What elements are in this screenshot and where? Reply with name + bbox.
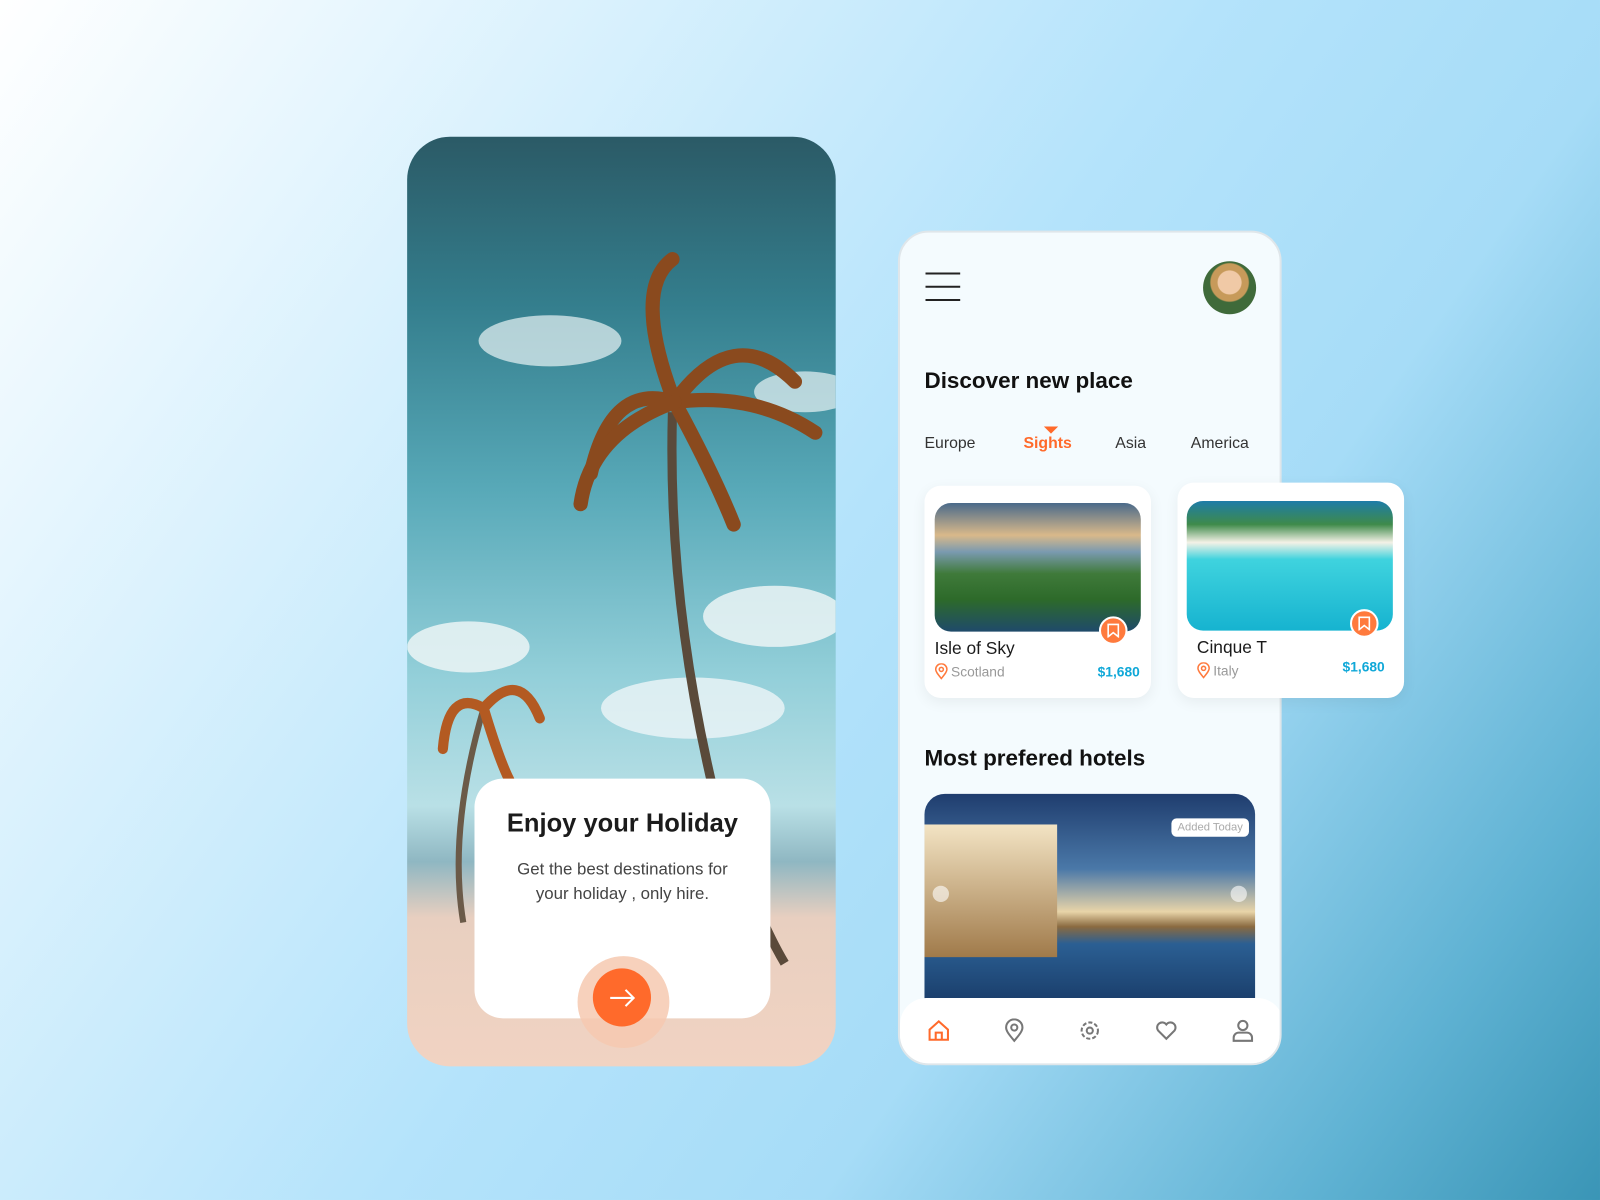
place-name: Isle of Sky [934,638,1015,659]
avatar[interactable] [1203,261,1257,315]
bookmark-icon [1358,616,1371,631]
tab-asia[interactable]: Asia [1115,435,1146,453]
bookmark-icon [1107,623,1120,638]
stage: Enjoy your Holiday Get the best destinat… [0,0,1600,1200]
bookmark-button[interactable] [1349,609,1379,638]
hotel-photo[interactable]: Added Today [924,793,1256,1009]
bottom-nav [899,997,1280,1064]
home-icon[interactable] [927,1018,951,1042]
hotels-title: Most prefered hotels [924,744,1146,771]
added-today-badge: Added Today [1171,818,1249,837]
place-photo [934,503,1141,632]
bookmark-button[interactable] [1098,616,1128,645]
welcome-subtitle: Get the best destinations for your holid… [517,860,728,904]
place-price: $1,680 [1342,659,1385,675]
place-price: $1,680 [1097,664,1140,680]
map-pin-icon [1197,662,1210,679]
onboarding-screen: Enjoy your Holiday Get the best destinat… [407,136,836,1067]
location-text: Scotland [951,663,1005,680]
arrow-right-icon [609,988,635,1007]
hamburger-icon[interactable] [924,271,961,302]
heart-icon[interactable] [1154,1018,1178,1042]
map-pin-icon[interactable] [1002,1018,1026,1043]
tab-america[interactable]: America [1191,435,1249,453]
map-pin-icon [934,663,948,680]
page-title: Discover new place [924,367,1133,393]
place-name: Cinque T [1196,637,1268,658]
welcome-title: Enjoy your Holiday [506,809,738,838]
active-tab-indicator [1043,426,1059,434]
location-text: Italy [1213,662,1239,679]
tab-europe[interactable]: Europe [924,435,975,453]
gear-icon[interactable] [1078,1018,1102,1042]
tab-sights[interactable]: Sights [1023,435,1071,453]
prev-arrow-icon[interactable] [932,885,949,903]
place-card-cinque-t[interactable]: Cinque T Italy $1,680 [1177,482,1405,698]
place-location: Scotland [934,663,1005,680]
place-location: Italy [1197,662,1239,679]
next-arrow-icon[interactable] [1230,885,1247,903]
user-icon[interactable] [1231,1018,1255,1042]
next-button[interactable] [592,968,652,1027]
place-card-isle-of-sky[interactable]: Isle of Sky Scotland $1,680 [924,485,1152,698]
